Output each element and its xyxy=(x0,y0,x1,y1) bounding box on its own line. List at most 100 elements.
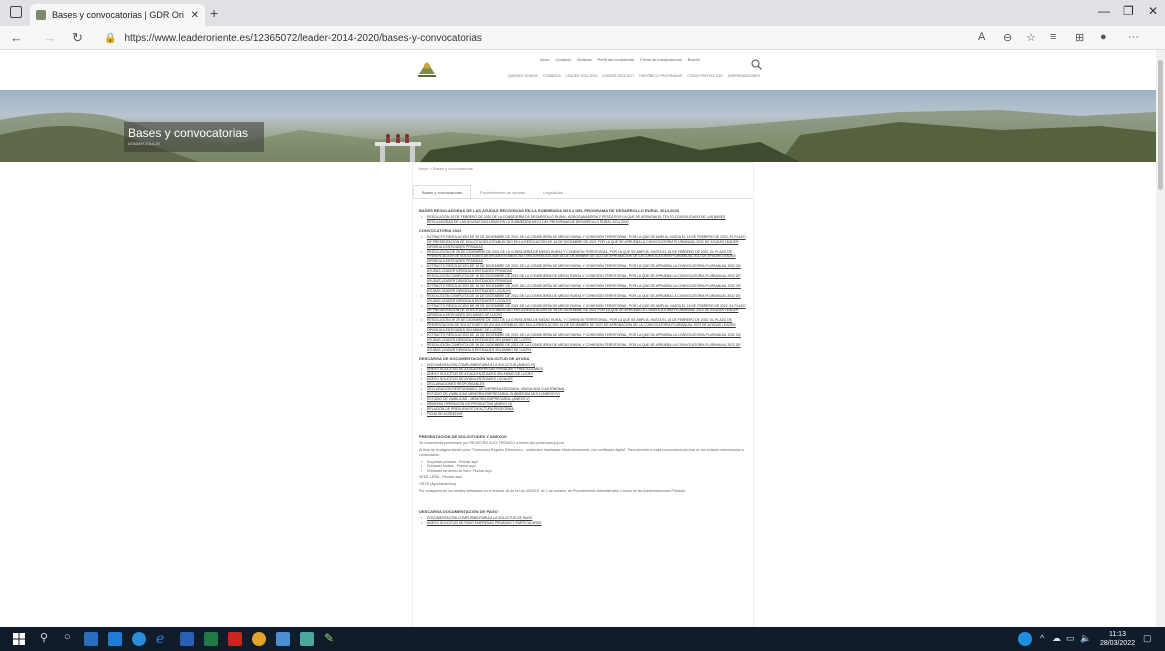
minimize-icon[interactable]: — xyxy=(1098,4,1110,18)
clock-time: 11:13 xyxy=(1108,631,1126,638)
close-window-icon[interactable]: ✕ xyxy=(1148,4,1158,18)
lock-icon: 🔒 xyxy=(104,32,117,44)
scrollbar-thumb[interactable] xyxy=(1158,60,1163,190)
favorite-icon[interactable]: ☆ xyxy=(1026,31,1036,44)
zoom-icon[interactable]: ⊖ xyxy=(1003,31,1012,44)
search-icon[interactable] xyxy=(751,59,762,70)
browser-toolbar: ← → ↻ 🔒 https://www.leaderoriente.es/123… xyxy=(0,26,1165,50)
tab-legislacion[interactable]: Legislación xyxy=(534,185,572,198)
edge-browser-icon[interactable] xyxy=(132,632,146,646)
topnav-item[interactable]: Portal de transparencia xyxy=(640,57,681,62)
taskbar-clock[interactable]: 11:13 28/03/2022 xyxy=(1100,630,1135,648)
excel-icon[interactable] xyxy=(204,632,218,646)
read-aloud-icon[interactable]: A xyxy=(978,31,985,43)
network-icon[interactable]: ▭ xyxy=(1066,633,1075,644)
solicitud-docs-list: Documentación complementaria a la solici… xyxy=(419,363,749,417)
mainnav-item[interactable]: Emprendedores xyxy=(728,74,760,78)
web-page: Inicio Contacto Noticias Perfil del cont… xyxy=(0,50,1156,627)
screen: Bases y convocatorias | GDR Ori ✕ + — ❐ … xyxy=(0,0,1165,651)
chrome-icon[interactable] xyxy=(252,632,266,646)
restore-icon[interactable]: ❐ xyxy=(1123,4,1134,18)
network-app-icon[interactable] xyxy=(276,632,290,646)
more-menu-icon[interactable]: ··· xyxy=(1128,31,1139,43)
mainnav-item[interactable]: Leader 2014-2020 xyxy=(566,74,598,78)
search-taskbar-icon[interactable]: ⚲ xyxy=(40,631,48,644)
document-link[interactable]: Extracto Resolución de 16 de diciembre d… xyxy=(419,333,749,343)
refresh-icon[interactable]: ↻ xyxy=(72,30,83,46)
notifications-icon[interactable]: ▢ xyxy=(1143,633,1152,644)
taskbar: ⚲ ○ ℯ ✎ ^ ☁ ▭ 🔈 11:13 28/03/2022 ▢ xyxy=(0,627,1165,651)
document-link[interactable]: Resolución completa de 16 de diciembre d… xyxy=(419,274,749,284)
browser-tab-title: Bases y convocatorias | GDR Ori xyxy=(52,10,184,20)
collections-icon[interactable]: ⊞ xyxy=(1075,31,1084,44)
close-tab-icon[interactable]: ✕ xyxy=(191,10,199,21)
document-link[interactable]: Extracto Resolución de 29 de diciembre d… xyxy=(419,235,749,250)
tab-bases-y-convocatorias[interactable]: Bases y convocatorias xyxy=(413,185,472,198)
favorites-bar-icon[interactable]: ≡ xyxy=(1050,31,1056,43)
section-heading: Convocatoria 2022 xyxy=(419,227,462,233)
profile-avatar-icon[interactable]: ● xyxy=(1100,31,1107,43)
content-tabs: Bases y convocatorias Procedimiento de a… xyxy=(413,185,753,199)
document-link[interactable]: Resolución completa de 16 de diciembre d… xyxy=(419,294,749,304)
breadcrumb[interactable]: Inicio > Bases y convocatorias xyxy=(419,166,473,171)
document-link[interactable]: Resolución de 29 de diciembre de 2021 de… xyxy=(419,250,749,265)
weather-icon[interactable] xyxy=(1018,632,1032,646)
page-scrollbar[interactable] xyxy=(1156,50,1165,627)
document-link[interactable]: Extracto Resolución de 16 de diciembre d… xyxy=(419,264,749,274)
topnav-item[interactable]: Contacto xyxy=(555,57,571,62)
task-view-icon[interactable]: ○ xyxy=(64,631,71,643)
paragraph: ORVE (Ayuntamientos). xyxy=(419,482,458,487)
app-icon[interactable] xyxy=(300,632,314,646)
new-tab-icon[interactable]: + xyxy=(210,5,218,21)
paragraph: Por cualquiera de los medios señalados e… xyxy=(419,489,687,494)
mainnav-item[interactable]: Quiénes somos xyxy=(508,74,538,78)
main-nav: Quiénes somos Comarca Leader 2014-2020 L… xyxy=(508,74,760,78)
document-link[interactable]: Resolución 19 de febrero de 2020 de la C… xyxy=(419,215,749,225)
site-logo-icon[interactable] xyxy=(414,56,440,80)
mainnav-item[interactable]: Comarca xyxy=(543,74,561,78)
registro-links-list: Empresas privadas - Pinchar aquí Entidad… xyxy=(419,460,749,475)
topnav-item[interactable]: Perfil del contratante xyxy=(598,57,635,62)
show-hidden-icons-icon[interactable]: ^ xyxy=(1040,633,1044,643)
browser-tabstrip: Bases y convocatorias | GDR Ori ✕ + — ❐ … xyxy=(0,0,1165,26)
paint-icon[interactable]: ✎ xyxy=(324,631,338,645)
back-icon[interactable]: ← xyxy=(10,30,23,45)
word-icon[interactable] xyxy=(180,632,194,646)
paragraph[interactable]: SEDE LEÑA - Pinchar aquí xyxy=(419,475,749,480)
outlook-icon[interactable] xyxy=(108,632,122,646)
file-explorer-icon[interactable] xyxy=(84,632,98,646)
pago-docs-list: Documentación complementaria a la solici… xyxy=(419,516,749,526)
registro-link[interactable]: Entidades sin ánimo de lucro- Pinchar aq… xyxy=(419,469,749,474)
browser-tab[interactable]: Bases y convocatorias | GDR Ori ✕ xyxy=(30,4,205,26)
document-link[interactable]: Extracto Resolución de 16 de diciembre d… xyxy=(419,284,749,294)
document-link[interactable]: Resolución de 29 de diciembre de 2021 de… xyxy=(419,318,749,333)
site-header: Inicio Contacto Noticias Perfil del cont… xyxy=(0,50,1156,90)
acrobat-icon[interactable] xyxy=(228,632,242,646)
cloud-icon[interactable]: ☁ xyxy=(1052,633,1061,644)
mainnav-item[interactable]: Otros proyectos xyxy=(687,74,722,78)
tab-procedimiento-de-ayudas[interactable]: Procedimiento de ayudas xyxy=(471,185,534,198)
tab-actions-icon[interactable] xyxy=(10,6,22,18)
mainnav-item[interactable]: Histórico programas xyxy=(639,74,682,78)
topnav-item[interactable]: Inicio xyxy=(540,57,549,62)
volume-icon[interactable]: 🔈 xyxy=(1080,633,1091,644)
document-link[interactable]: Extracto Resolución de 29 de diciembre d… xyxy=(419,304,749,319)
section-heading: Bases reguladoras de las ayudas recogida… xyxy=(419,208,680,213)
page-subtitle: LEADER 2014-20 xyxy=(128,141,160,146)
page-title: Bases y convocatorias xyxy=(128,126,249,140)
document-link[interactable]: Resolución completa de 16 de diciembre d… xyxy=(419,343,749,353)
forward-icon[interactable]: → xyxy=(43,30,56,45)
bases-list: Resolución 19 de febrero de 2020 de la C… xyxy=(419,215,749,225)
document-link[interactable]: Anexo solicitud de pago empresas privada… xyxy=(419,521,749,526)
address-bar[interactable]: 🔒 https://www.leaderoriente.es/12365072/… xyxy=(98,29,958,47)
document-link[interactable]: Ficha de acreedor xyxy=(419,412,749,417)
internet-explorer-icon[interactable]: ℯ xyxy=(156,630,170,646)
section-heading: Descarga de documentación solicitud de a… xyxy=(419,355,530,361)
topnav-item[interactable]: Noticias xyxy=(577,57,591,62)
windows-start-icon[interactable] xyxy=(12,632,26,646)
topnav-item[interactable]: Boletín xyxy=(688,57,700,62)
paragraph: Se recomienda presentarlo por REGISTRO E… xyxy=(419,440,565,445)
mainnav-item[interactable]: Leader 2023-2027 xyxy=(602,74,634,78)
clock-date: 28/03/2022 xyxy=(1099,640,1135,647)
paragraph: Al final de la página donde pone "Formul… xyxy=(419,447,744,457)
